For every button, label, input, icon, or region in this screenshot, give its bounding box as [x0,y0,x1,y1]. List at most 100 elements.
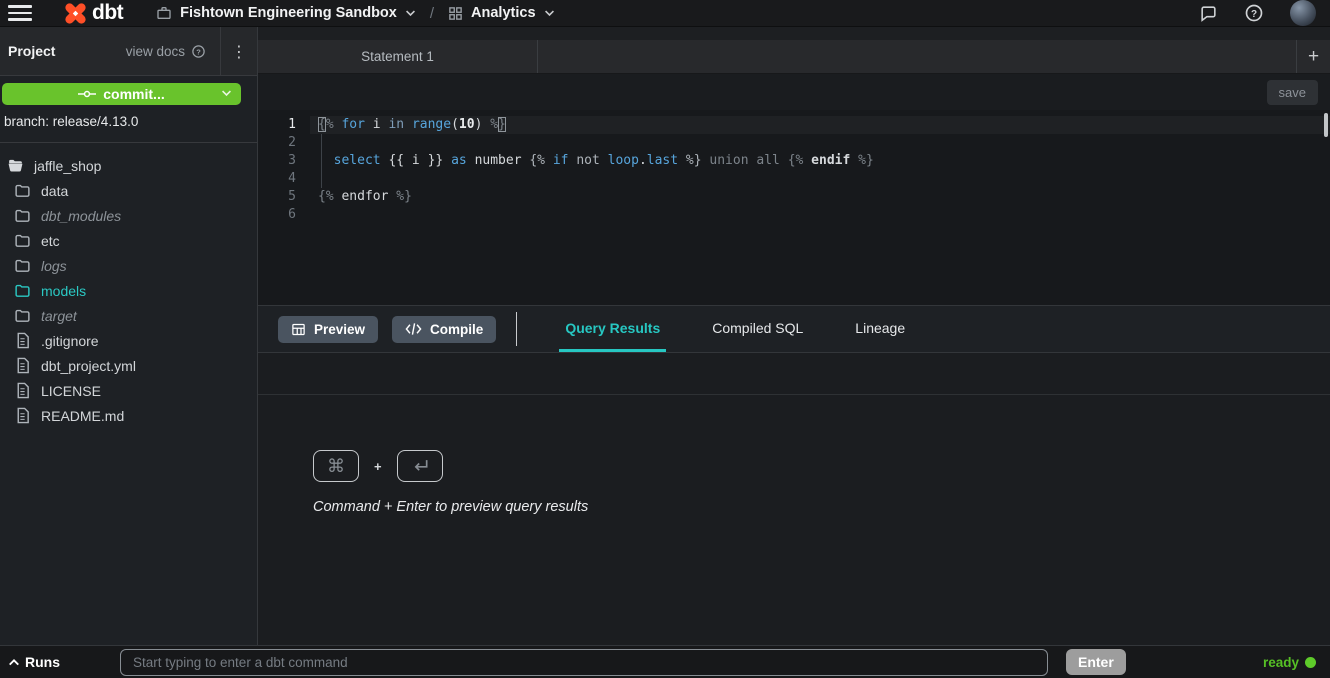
tab-statement-1[interactable]: Statement 1 [258,40,538,73]
commit-label: commit... [103,86,164,102]
chevron-up-icon [8,658,20,667]
dbt-logo: dbt [62,0,123,27]
code-icon [405,322,422,336]
save-button[interactable]: save [1267,80,1318,105]
account-name: Fishtown Engineering Sandbox [180,5,397,21]
line-number: 5 [258,188,310,206]
code-line-2[interactable] [310,134,1330,152]
editor-toolbar: save [258,74,1330,110]
branch-label: branch: release/4.13.0 [2,105,241,129]
help-circle-icon: ? [191,44,206,59]
runs-toggle[interactable]: Runs [8,654,60,670]
tree-item--gitignore[interactable]: .gitignore [0,328,257,353]
status-ready: ready [1263,655,1316,670]
folder-icon [14,257,31,274]
editor-tabbar: Statement 1 + [258,40,1330,74]
code-line-3[interactable]: select {{ i }} as number {% if not loop.… [310,152,1330,170]
tree-item-jaffle-shop[interactable]: jaffle_shop [0,153,257,178]
tree-item-models[interactable]: models [0,278,257,303]
tree-item-label: dbt_project.yml [41,358,136,374]
ready-label: ready [1263,655,1299,670]
indent-guide [321,134,322,188]
topbar: dbt Fishtown Engineering Sandbox / [0,0,1330,27]
editor-scrollbar[interactable] [1324,113,1328,137]
enter-button[interactable]: Enter [1066,649,1126,675]
line-number: 3 [258,152,310,170]
tree-item-readme-md[interactable]: README.md [0,403,257,428]
account-selector[interactable]: Fishtown Engineering Sandbox [156,5,416,21]
tree-item-data[interactable]: data [0,178,257,203]
sidebar: Project view docs ? ⋮ [0,27,258,645]
briefcase-icon [156,5,172,21]
tree-item-label: data [41,183,68,199]
hamburger-menu-icon[interactable] [8,4,32,22]
kebab-menu-icon[interactable]: ⋮ [221,27,257,75]
shortcut-keys: ⌘ + [313,450,1330,482]
dbt-command-input[interactable] [120,649,1048,676]
commit-button[interactable]: commit... [2,83,241,105]
status-bar: Runs Enter ready [0,645,1330,678]
file-icon [14,357,31,374]
user-avatar[interactable] [1290,0,1316,26]
code-line-1[interactable]: {% for i in range(10) %} [310,116,1330,134]
tree-item-label: LICENSE [41,383,101,399]
line-number: 2 [258,134,310,152]
breadcrumb-separator: / [430,5,434,22]
tab-label: Statement 1 [361,49,434,64]
code-line-4[interactable] [310,170,1330,188]
project-selector[interactable]: Analytics [448,5,554,21]
folder-icon [14,207,31,224]
tree-item-label: jaffle_shop [34,158,101,174]
compile-label: Compile [430,322,483,337]
main-panel: Statement 1 + save 123456 {% for i in ra… [258,27,1330,645]
commit-chevron-icon[interactable] [221,89,232,97]
results-content: ⌘ + Command + Enter to preview query res… [258,395,1330,645]
folder-open-icon [7,157,24,174]
results-tab-lineage[interactable]: Lineage [849,306,911,352]
tree-item-target[interactable]: target [0,303,257,328]
code-editor[interactable]: 123456 {% for i in range(10) %} select {… [258,110,1330,306]
view-docs-label: view docs [126,44,185,59]
tabbar-gap [258,27,1330,40]
file-icon [14,407,31,424]
chat-icon[interactable] [1199,4,1218,23]
svg-text:?: ? [1251,9,1257,20]
file-tree: jaffle_shopdata dbt_modulesetclogsmodels t… [0,143,257,645]
grid-icon [448,6,463,21]
tree-item-label: target [41,308,77,324]
compile-button[interactable]: Compile [392,316,496,343]
tree-item-logs[interactable]: logs [0,253,257,278]
command-key-icon: ⌘ [313,450,359,482]
runs-label: Runs [25,654,60,670]
tree-item-license[interactable]: LICENSE [0,378,257,403]
tree-item-etc[interactable]: etc [0,228,257,253]
folder-icon [14,282,31,299]
tree-item-dbt-modules[interactable]: dbt_modules [0,203,257,228]
table-icon [291,322,306,337]
new-tab-button[interactable]: + [1296,40,1330,73]
code-line-6[interactable] [310,206,1330,224]
ready-status-dot [1305,657,1316,668]
results-tab-query-results[interactable]: Query Results [559,306,666,352]
help-icon[interactable]: ? [1244,3,1264,23]
tree-item-label: README.md [41,408,124,424]
chevron-down-icon [544,9,555,17]
results-tab-compiled-sql[interactable]: Compiled SQL [706,306,809,352]
view-docs-link[interactable]: view docs ? [126,44,206,59]
tree-item-dbt-project-yml[interactable]: dbt_project.yml [0,353,257,378]
chevron-down-icon [405,9,416,17]
results-tabs: Query Results Compiled SQL Lineage [559,306,911,352]
topbar-right: ? [1199,0,1316,26]
folder-icon [14,307,31,324]
sidebar-title: Project [8,43,55,59]
git-section: commit... branch: release/4.13.0 [0,76,257,143]
tabbar-spacer [538,40,1296,73]
toolbar-divider [516,312,517,346]
code-line-5[interactable]: {% endfor %} [310,188,1330,206]
sidebar-header: Project view docs ? ⋮ [0,27,257,76]
preview-button[interactable]: Preview [278,316,378,343]
code-content[interactable]: {% for i in range(10) %} select {{ i }} … [310,110,1330,305]
commit-icon [78,89,96,99]
line-number: 6 [258,206,310,224]
tree-item-label: dbt_modules [41,208,121,224]
